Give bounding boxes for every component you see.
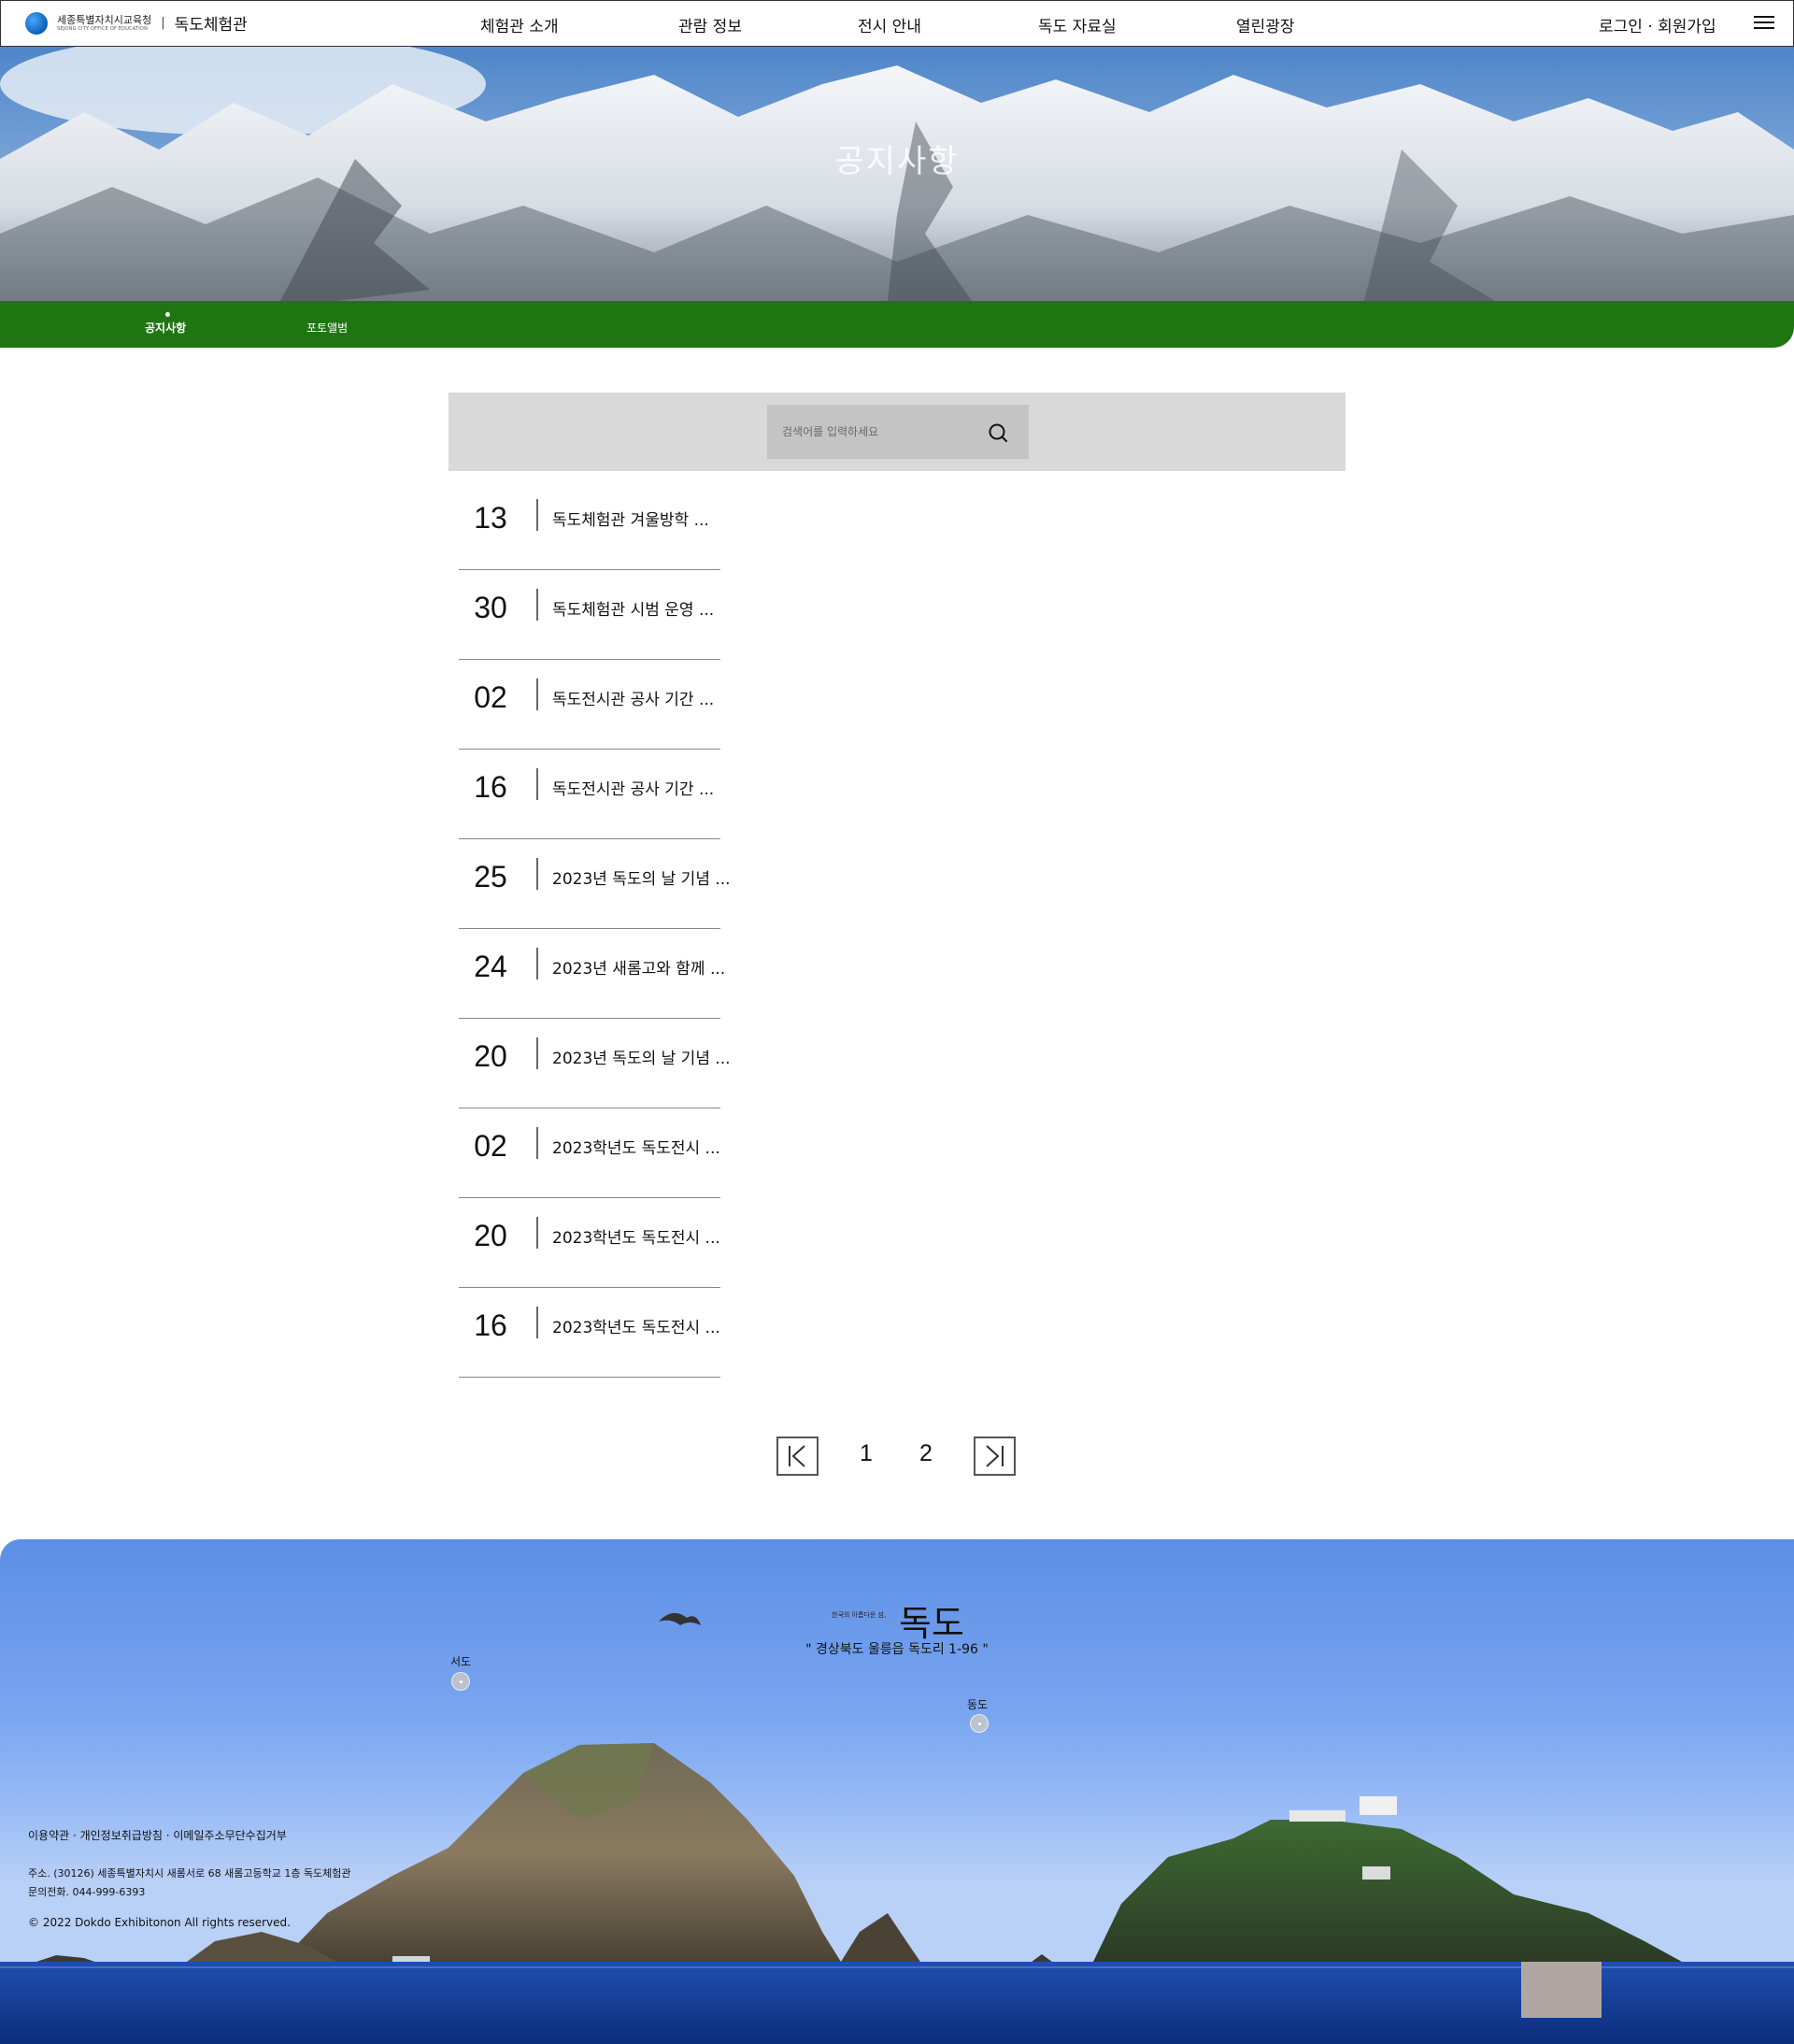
divider <box>536 768 538 800</box>
notice-row[interactable]: 24 2023년 새롬고와 함께 ... <box>459 929 725 1019</box>
nav-visit-info[interactable]: 관람 정보 <box>678 13 742 36</box>
notice-title[interactable]: 독도전시관 공사 기간 ... <box>552 776 714 799</box>
notice-title[interactable]: 독도전시관 공사 기간 ... <box>552 686 714 709</box>
logo[interactable]: 세종특별자치시교육청 SEJONG CITY OFFICE OF EDUCATI… <box>25 11 248 35</box>
site-name: 독도체험관 <box>174 16 248 35</box>
page-1[interactable]: 1 <box>860 1440 873 1467</box>
notice-row[interactable]: 13 독도체험관 겨울방학 ... <box>459 480 720 570</box>
marker-label-seodo: 서도 <box>450 1655 472 1668</box>
notice-day: 20 <box>474 1039 507 1073</box>
notice-title[interactable]: 2023학년도 독도전시 ... <box>552 1314 720 1337</box>
notice-day: 02 <box>474 1129 507 1163</box>
logo-english-text: SEJONG CITY OFFICE OF EDUCATION <box>57 25 149 32</box>
site-header: 세종특별자치시교육청 SEJONG CITY OFFICE OF EDUCATI… <box>0 0 1794 47</box>
hero-banner: 공지사항 <box>0 47 1794 301</box>
logo-korean-text: 세종특별자치시교육청 <box>57 13 152 26</box>
logo-separator: | <box>161 16 165 30</box>
notice-day: 16 <box>474 1308 507 1342</box>
divider <box>536 679 538 710</box>
nav-exhibition[interactable]: 전시 안내 <box>858 13 921 36</box>
notice-day: 25 <box>474 860 507 893</box>
marker-label-dongdo: 동도 <box>967 1698 989 1711</box>
divider <box>536 499 538 531</box>
notice-day: 24 <box>474 950 507 983</box>
search-icon[interactable] <box>985 420 1011 446</box>
emblem-icon <box>25 11 48 35</box>
last-page-icon[interactable] <box>974 1437 1016 1476</box>
footer-title: 독도 <box>899 1603 964 1644</box>
search-input[interactable] <box>782 421 978 443</box>
first-page-icon[interactable] <box>776 1437 819 1476</box>
footer-phone: 문의전화. 044-999-6393 <box>28 1886 146 1898</box>
subnav-notice[interactable]: 공지사항 <box>145 320 186 336</box>
notice-title[interactable]: 2023년 독도의 날 기념 ... <box>552 1045 731 1068</box>
notice-row[interactable]: 25 2023년 독도의 날 기념 ... <box>459 839 731 929</box>
notice-day: 02 <box>474 680 507 714</box>
divider <box>536 1217 538 1249</box>
page-title: 공지사항 <box>834 143 960 180</box>
nav-about[interactable]: 체험관 소개 <box>480 13 559 36</box>
page-2[interactable]: 2 <box>919 1440 933 1467</box>
footer-address-quote: " 경상북도 울릉읍 독도리 1-96 " <box>805 1642 989 1657</box>
notice-title[interactable]: 2023년 독도의 날 기념 ... <box>552 865 731 889</box>
notice-title[interactable]: 2023학년도 독도전시 ... <box>552 1135 720 1158</box>
divider <box>536 1037 538 1069</box>
divider <box>536 1307 538 1338</box>
nav-dokdo-archive[interactable]: 독도 자료실 <box>1038 13 1117 36</box>
notice-day: 30 <box>474 591 507 624</box>
notice-row[interactable]: 30 독도체험관 시범 운영 ... <box>459 570 720 660</box>
notice-row[interactable]: 02 독도전시관 공사 기간 ... <box>459 660 720 750</box>
notice-day: 13 <box>474 501 507 535</box>
footer-copyright: © 2022 Dokdo Exhibitonon All rights rese… <box>28 1916 291 1929</box>
notice-day: 16 <box>474 770 507 804</box>
notice-row[interactable]: 20 2023년 독도의 날 기념 ... <box>459 1019 731 1108</box>
notice-title[interactable]: 독도체험관 겨울방학 ... <box>552 507 709 530</box>
notice-row[interactable]: 16 2023학년도 독도전시 ... <box>459 1288 720 1378</box>
hamburger-icon[interactable] <box>1754 16 1774 30</box>
footer-address: 주소. (30126) 세종특별자치시 새롬서로 68 새롬고등학교 1층 독도… <box>28 1865 351 1902</box>
notice-row[interactable]: 02 2023학년도 독도전시 ... <box>459 1108 720 1198</box>
footer-subtitle: 한국의 아름다운 섬, <box>832 1611 887 1619</box>
divider <box>536 1127 538 1159</box>
sub-navigation: 공지사항 포토앨범 <box>0 301 1794 348</box>
notice-title[interactable]: 2023년 새롬고와 함께 ... <box>552 955 725 979</box>
divider <box>536 858 538 890</box>
marker-seodo[interactable] <box>451 1672 470 1691</box>
active-indicator-dot <box>165 312 170 317</box>
notice-row[interactable]: 16 독도전시관 공사 기간 ... <box>459 750 720 839</box>
marker-dongdo[interactable] <box>970 1714 989 1733</box>
notice-row[interactable]: 20 2023학년도 독도전시 ... <box>459 1198 720 1288</box>
footer-links[interactable]: 이용약관 · 개인정보취급방침 · 이메일주소무단수집거부 <box>28 1827 287 1843</box>
divider <box>536 589 538 621</box>
notice-title[interactable]: 2023학년도 독도전시 ... <box>552 1224 720 1248</box>
notice-title[interactable]: 독도체험관 시범 운영 ... <box>552 596 714 620</box>
login-signup-link[interactable]: 로그인 · 회원가입 <box>1599 13 1716 36</box>
notice-day: 20 <box>474 1219 507 1252</box>
nav-open-square[interactable]: 열린광장 <box>1236 13 1295 36</box>
divider <box>536 948 538 979</box>
footer-address-line: 주소. (30126) 세종특별자치시 새롬서로 68 새롬고등학교 1층 독도… <box>28 1867 351 1880</box>
subnav-photo-album[interactable]: 포토앨범 <box>306 320 348 336</box>
floating-button[interactable] <box>1521 1962 1602 2018</box>
